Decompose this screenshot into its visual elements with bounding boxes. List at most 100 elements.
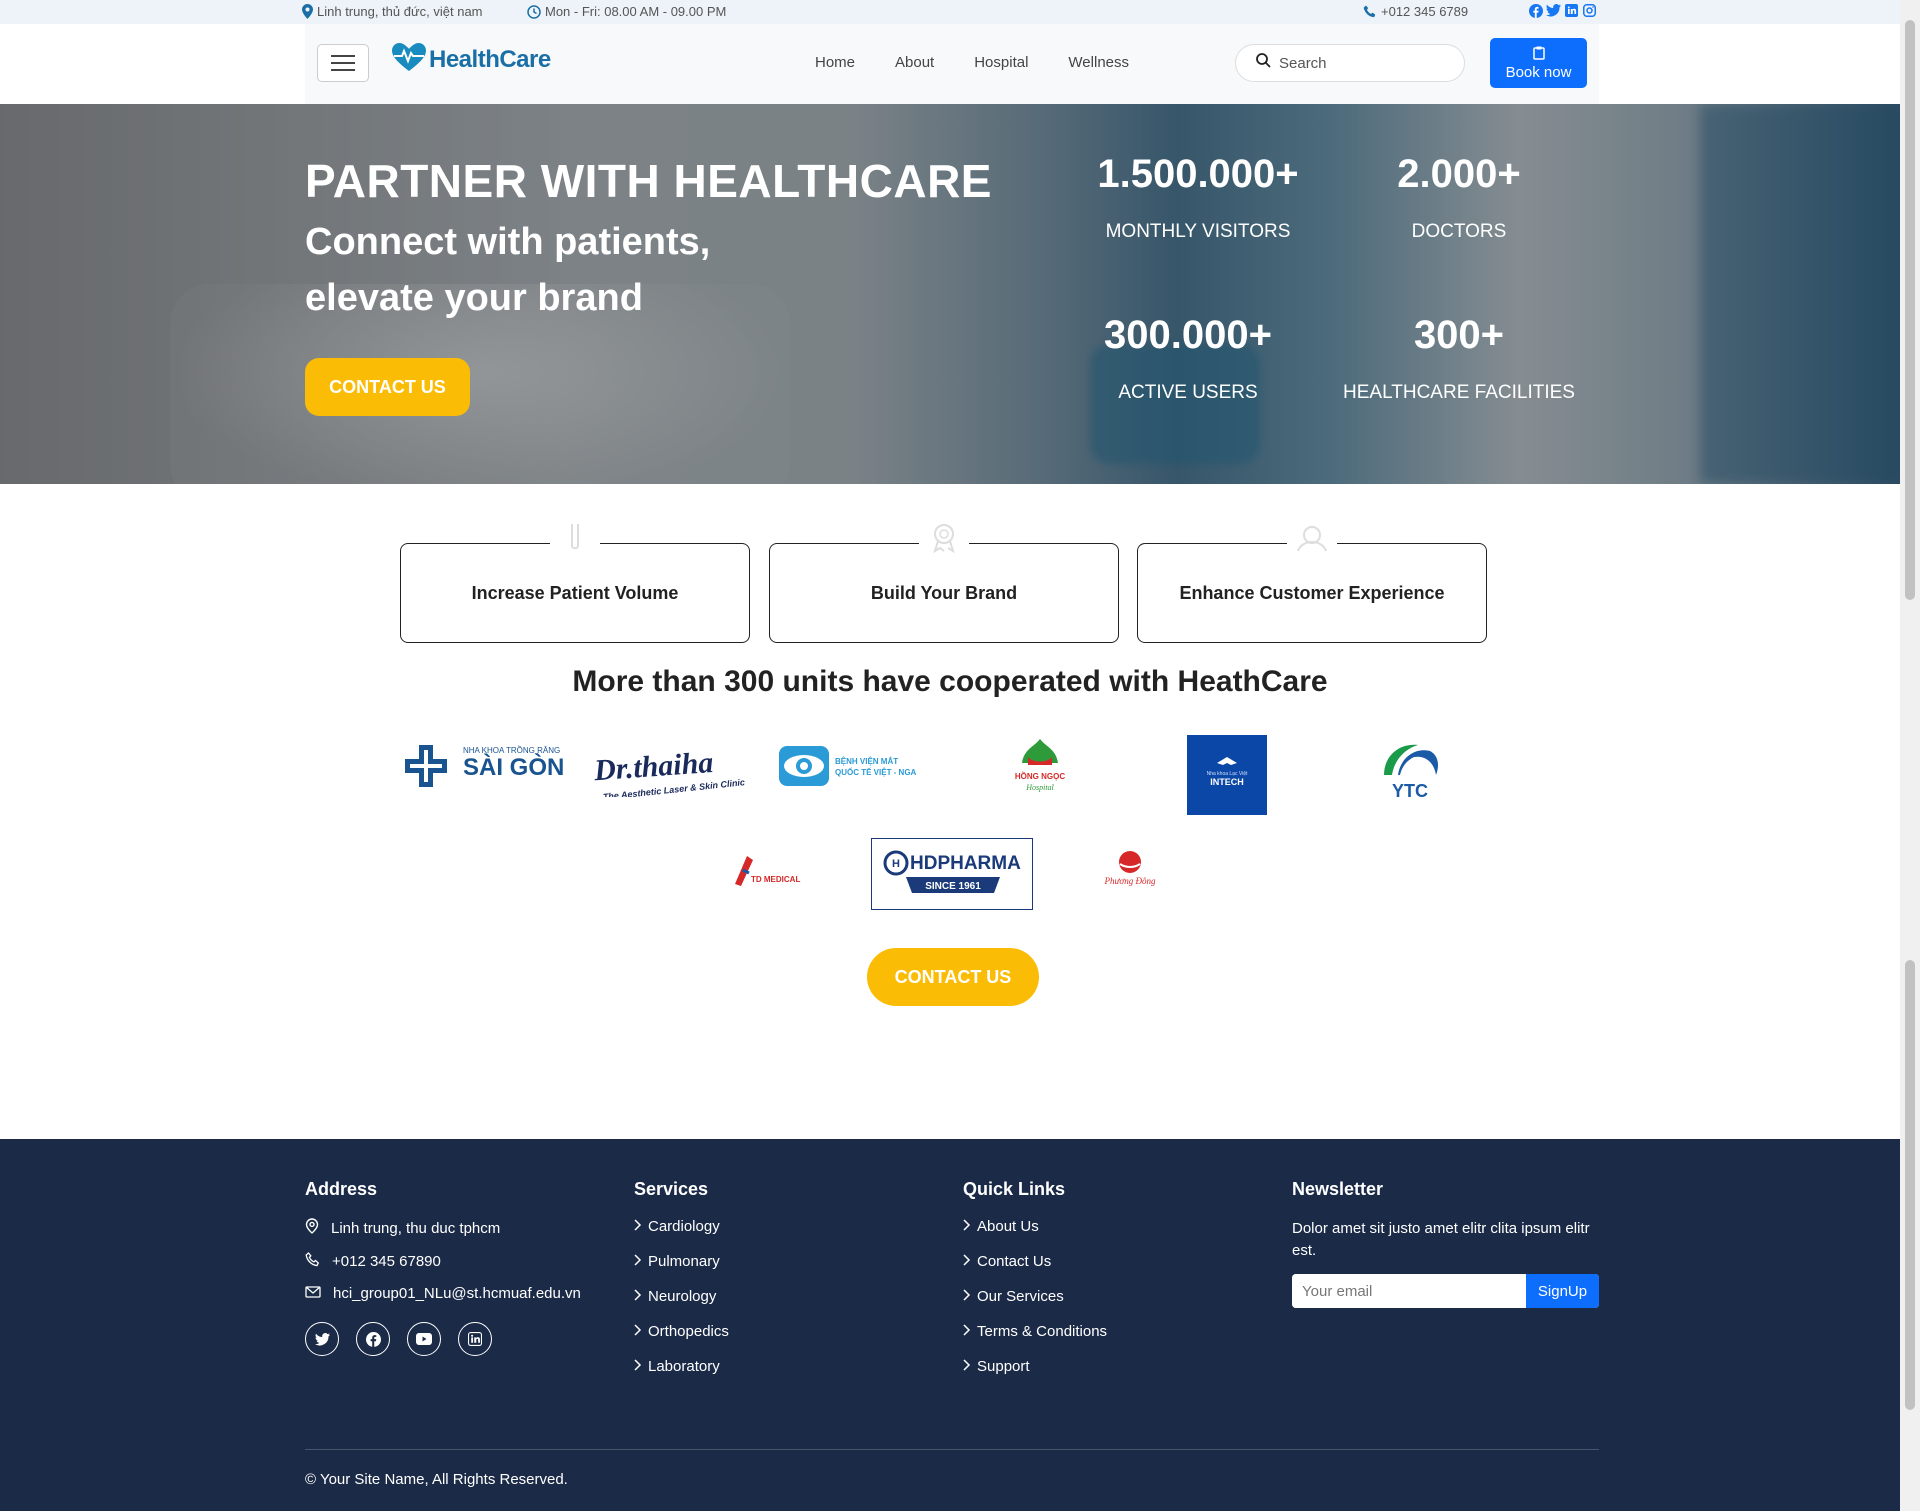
facebook-icon[interactable] bbox=[1528, 3, 1543, 18]
newsletter-text: Dolor amet sit justo amet elitr clita ip… bbox=[1292, 1220, 1590, 1259]
footer-link-neurology[interactable]: Neurology bbox=[634, 1288, 729, 1305]
search-input[interactable] bbox=[1279, 54, 1439, 72]
topbar-hours: Mon - Fri: 08.00 AM - 09.00 PM bbox=[527, 4, 726, 19]
hero-title: PARTNER WITH HEALTHCARE bbox=[305, 155, 992, 207]
stat-label: DOCTORS bbox=[1411, 221, 1507, 242]
footer-link-label: Pulmonary bbox=[648, 1253, 720, 1270]
partner-logo-main-text: INTECH bbox=[1210, 777, 1244, 787]
stat-value: 2.000+ bbox=[1397, 152, 1521, 196]
page-scrollbar[interactable] bbox=[1900, 0, 1920, 1511]
newsletter-form: SignUp bbox=[1292, 1274, 1599, 1308]
linkedin-icon[interactable] bbox=[458, 1322, 492, 1356]
stat-label: HEALTHCARE FACILITIES bbox=[1343, 382, 1575, 403]
feature-card-build-brand: Build Your Brand bbox=[769, 516, 1119, 643]
site-logo[interactable]: HealthCare bbox=[391, 42, 551, 77]
footer-link-label: Terms & Conditions bbox=[977, 1323, 1108, 1340]
footer-link-contact-us[interactable]: Contact Us bbox=[963, 1253, 1107, 1270]
feature-card-patient-volume: Increase Patient Volume bbox=[400, 516, 750, 643]
footer-address-text: Linh trung, thu duc tphcm bbox=[331, 1219, 501, 1237]
chevron-right-icon bbox=[634, 1358, 642, 1375]
footer-link-about-us[interactable]: About Us bbox=[963, 1218, 1107, 1235]
partners-title: More than 300 units have cooperated with… bbox=[572, 665, 1328, 698]
clipboard-icon bbox=[1532, 46, 1545, 64]
footer-heading: Quick Links bbox=[963, 1179, 1066, 1199]
scrollbar-thumb[interactable] bbox=[1905, 20, 1915, 600]
footer-link-pulmonary[interactable]: Pulmonary bbox=[634, 1253, 729, 1270]
topbar-phone: +012 345 6789 bbox=[1363, 4, 1468, 19]
chevron-right-icon bbox=[963, 1288, 971, 1305]
partner-logo-small-text: Hospital bbox=[1025, 783, 1054, 792]
feature-card-label: Enhance Customer Experience bbox=[1179, 582, 1445, 603]
footer-link-laboratory[interactable]: Laboratory bbox=[634, 1358, 729, 1375]
nav-link-hospital[interactable]: Hospital bbox=[954, 54, 1048, 71]
footer-link-orthopedics[interactable]: Orthopedics bbox=[634, 1323, 729, 1340]
newsletter-signup-button[interactable]: SignUp bbox=[1526, 1274, 1599, 1308]
nav-link-home[interactable]: Home bbox=[795, 54, 875, 71]
copyright-text: © Your Site Name, All Rights Reserved. bbox=[305, 1471, 568, 1488]
footer-socials bbox=[305, 1322, 581, 1356]
partner-logo-main-text: TD MEDICAL bbox=[751, 875, 800, 884]
search-icon bbox=[1256, 53, 1271, 73]
stat-healthcare-facilities: 300+ HEALTHCARE FACILITIES bbox=[1309, 313, 1609, 404]
chevron-right-icon bbox=[634, 1253, 642, 1270]
partner-logo-drthaiha: Dr.thaiha The Aesthetic Laser & Skin Cli… bbox=[590, 735, 760, 797]
partner-logo-ytc: YTC bbox=[1370, 735, 1450, 805]
footer-link-label: Our Services bbox=[977, 1288, 1064, 1305]
hamburger-icon-line bbox=[331, 69, 355, 71]
footer-link-terms[interactable]: Terms & Conditions bbox=[963, 1323, 1107, 1340]
book-now-button[interactable]: Book now bbox=[1490, 38, 1587, 88]
top-info-bar: Linh trung, thủ đức, việt nam Mon - Fri:… bbox=[0, 0, 1900, 24]
chevron-right-icon bbox=[963, 1218, 971, 1235]
instagram-icon[interactable] bbox=[1582, 3, 1597, 18]
navbar: HealthCare Home About Hospital Wellness … bbox=[0, 24, 1900, 104]
partner-logo-phuongdong: Phương Đông bbox=[1090, 848, 1170, 892]
footer-phone-text: +012 345 67890 bbox=[332, 1253, 441, 1270]
award-icon bbox=[919, 516, 969, 558]
customer-icon bbox=[1287, 516, 1337, 558]
footer-address-column: Address Linh trung, thu duc tphcm +012 3… bbox=[305, 1179, 581, 1356]
twitter-icon[interactable] bbox=[305, 1322, 339, 1356]
footer-link-cardiology[interactable]: Cardiology bbox=[634, 1218, 729, 1235]
main-nav: Home About Hospital Wellness bbox=[795, 54, 1149, 71]
linkedin-icon[interactable] bbox=[1564, 3, 1579, 18]
partner-logo-small-text: SINCE 1961 bbox=[925, 881, 981, 892]
partner-logo-intech: Nha khoa Lạc Việt INTECH bbox=[1187, 735, 1267, 815]
stat-value: 300+ bbox=[1413, 313, 1505, 357]
location-pin-icon bbox=[302, 4, 313, 19]
partner-logo-main-text: SÀI GÒN bbox=[463, 753, 564, 781]
footer-link-support[interactable]: Support bbox=[963, 1358, 1107, 1375]
twitter-icon[interactable] bbox=[1546, 3, 1561, 18]
youtube-icon[interactable] bbox=[407, 1322, 441, 1356]
newsletter-email-input[interactable] bbox=[1292, 1274, 1526, 1308]
book-now-label: Book now bbox=[1505, 63, 1572, 81]
menu-toggle-button[interactable] bbox=[317, 44, 369, 82]
topbar-phone-text: +012 345 6789 bbox=[1381, 4, 1469, 19]
partner-logo-hongngoc: HỒNG NGỌC Hospital bbox=[1000, 735, 1080, 797]
feature-card-customer-experience: Enhance Customer Experience bbox=[1137, 516, 1487, 643]
phone-icon bbox=[305, 1252, 320, 1271]
nav-link-about[interactable]: About bbox=[875, 54, 954, 71]
facebook-icon[interactable] bbox=[356, 1322, 390, 1356]
footer: Address Linh trung, thu duc tphcm +012 3… bbox=[0, 1139, 1900, 1511]
footer-link-our-services[interactable]: Our Services bbox=[963, 1288, 1107, 1305]
footer-newsletter-column: Newsletter Dolor amet sit justo amet eli… bbox=[1292, 1179, 1602, 1308]
hero-banner: PARTNER WITH HEALTHCARE Connect with pat… bbox=[0, 104, 1900, 484]
scrollbar-thumb-secondary[interactable] bbox=[1905, 960, 1915, 1410]
footer-address-row: Linh trung, thu duc tphcm bbox=[305, 1218, 581, 1238]
chevron-right-icon bbox=[634, 1323, 642, 1340]
chevron-right-icon bbox=[963, 1253, 971, 1270]
footer-link-label: Contact Us bbox=[977, 1253, 1052, 1270]
hero-contact-button[interactable]: CONTACT US bbox=[305, 358, 470, 416]
stat-value: 300.000+ bbox=[1104, 313, 1272, 357]
partners-contact-button[interactable]: CONTACT US bbox=[867, 948, 1039, 1006]
svg-text:H: H bbox=[892, 858, 900, 870]
stat-monthly-visitors: 1.500.000+ MONTHLY VISITORS bbox=[1048, 152, 1348, 243]
footer-email-text: hci_group01_NLu@st.hcmuaf.edu.vn bbox=[333, 1285, 581, 1302]
navbar-inner: HealthCare Home About Hospital Wellness … bbox=[305, 24, 1599, 104]
footer-link-label: Support bbox=[977, 1358, 1030, 1375]
partner-logo-main-text: HỒNG NGỌC bbox=[1015, 771, 1065, 781]
partner-logo-main-text: YTC bbox=[1392, 781, 1428, 801]
search-box[interactable] bbox=[1235, 44, 1465, 82]
nav-link-wellness[interactable]: Wellness bbox=[1048, 54, 1149, 71]
footer-quicklinks-column: Quick Links About Us Contact Us Our Serv… bbox=[963, 1179, 1107, 1393]
